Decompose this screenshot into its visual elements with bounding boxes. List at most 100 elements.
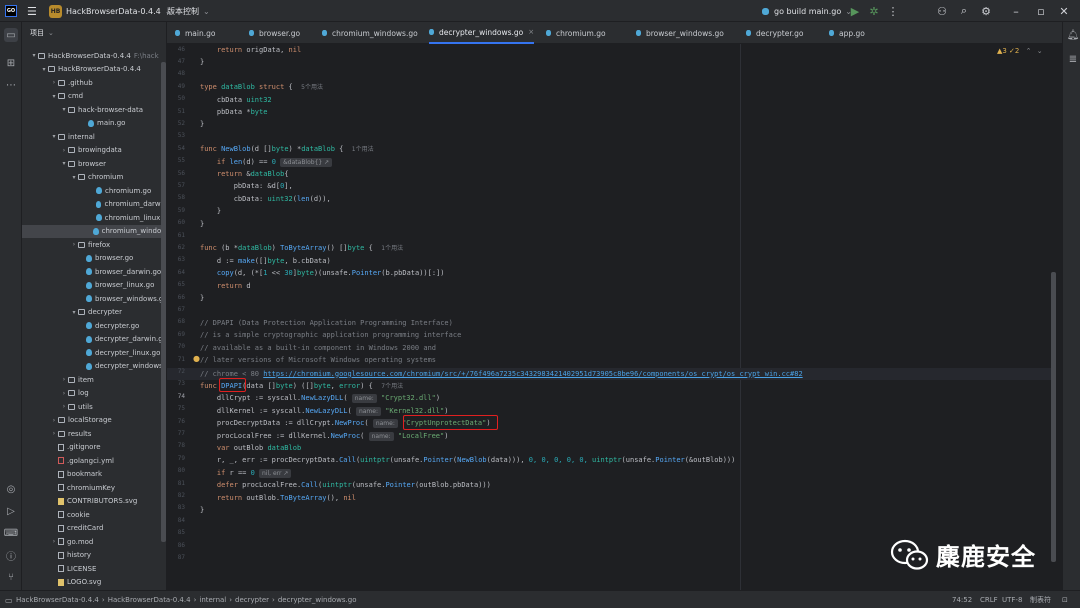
tree-folder[interactable]: › .github <box>22 76 166 90</box>
main-menu-icon[interactable]: ☰ <box>27 0 37 22</box>
inspection-widget[interactable]: ▲3 ✓2 ⌃ ⌄ <box>997 47 1043 55</box>
tree-file[interactable]: decrypter.go <box>22 319 166 333</box>
notifications-bell-icon[interactable]: 🔔︎ <box>1066 28 1080 42</box>
expand-arrow-icon[interactable]: ▾ <box>70 309 78 316</box>
tree-folder[interactable]: › item <box>22 373 166 387</box>
tree-file[interactable]: browser.go <box>22 252 166 266</box>
editor-scrollbar[interactable] <box>1051 272 1056 562</box>
editor-tab[interactable]: decrypter_windows.go × <box>429 22 535 44</box>
tree-file[interactable]: decrypter_darwin.go <box>22 333 166 347</box>
tree-file[interactable]: browser_linux.go <box>22 279 166 293</box>
vcs-menu[interactable]: 版本控制 ⌄ <box>167 0 210 22</box>
folded-code[interactable]: &dataBlob{} ↗ <box>280 157 333 167</box>
tree-file[interactable]: chromium_darwin <box>22 198 166 212</box>
editor-tab[interactable]: chromium_windows.go <box>322 22 418 44</box>
expand-arrow-icon[interactable]: ▾ <box>50 133 58 140</box>
project-panel-header[interactable]: 项目 ⌄ <box>22 22 166 44</box>
breadcrumb-item[interactable]: HackBrowserData-0.4.4 <box>16 596 99 604</box>
breadcrumb-item[interactable]: decrypter_windows.go <box>278 596 357 604</box>
caret-position[interactable]: 74:52 <box>952 591 972 608</box>
editor-tab[interactable]: app.go <box>829 22 865 44</box>
usage-hint[interactable]: 1个用法 <box>352 146 374 153</box>
tree-folder[interactable]: ▾ decrypter <box>22 306 166 320</box>
expand-arrow-icon[interactable]: ▾ <box>60 160 68 167</box>
tree-file[interactable]: decrypter_linux.go <box>22 346 166 360</box>
services-icon[interactable]: ◎ <box>4 482 18 496</box>
tree-file[interactable]: decrypter_windows. <box>22 360 166 374</box>
maximize-icon[interactable]: ▫ <box>1035 5 1047 18</box>
breadcrumb-item[interactable]: internal <box>199 596 226 604</box>
run-config-selector[interactable]: go build main.go ⌄ <box>762 0 852 22</box>
expand-arrow-icon[interactable]: › <box>60 376 68 383</box>
expand-arrow-icon[interactable]: › <box>50 538 58 545</box>
expand-arrow-icon[interactable]: › <box>60 147 68 154</box>
expand-arrow-icon[interactable]: › <box>60 403 68 410</box>
usage-hint[interactable]: 5个用法 <box>301 84 323 91</box>
tree-file[interactable]: browser_darwin.go <box>22 265 166 279</box>
tree-file[interactable]: chromium.go <box>22 184 166 198</box>
structure-icon[interactable]: ⊞ <box>4 56 18 70</box>
tree-folder[interactable]: ▾ cmd <box>22 90 166 104</box>
more-tools-icon[interactable]: ⋯ <box>4 78 18 92</box>
close-tab-icon[interactable]: × <box>528 28 534 36</box>
expand-arrow-icon[interactable]: ▾ <box>40 66 48 73</box>
search-icon[interactable]: ⌕ <box>958 4 970 17</box>
tree-folder[interactable]: › localStorage <box>22 414 166 428</box>
tree-file[interactable]: chromium_window <box>22 224 166 238</box>
tree-folder[interactable]: › log <box>22 387 166 401</box>
editor-tab[interactable]: chromium.go <box>546 22 606 44</box>
usage-hint[interactable]: 1个用法 <box>381 245 403 252</box>
run-tool-icon[interactable]: ▷ <box>4 504 18 518</box>
tree-folder[interactable]: ▾ HackBrowserData-0.4.4 F:\hack <box>22 49 166 63</box>
database-icon[interactable]: ≣ <box>1066 52 1080 66</box>
expand-arrow-icon[interactable]: › <box>70 241 78 248</box>
project-switcher[interactable]: HB HackBrowserData-0.4.4 ⌄ <box>49 0 171 22</box>
lightbulb-icon[interactable]: ● <box>193 354 200 363</box>
expand-arrow-icon[interactable]: › <box>50 417 58 424</box>
folded-code[interactable]: nil, err ↗ <box>259 468 292 478</box>
tree-file[interactable]: history <box>22 549 166 563</box>
tree-folder[interactable]: ▾ HackBrowserData-0.4.4 <box>22 63 166 77</box>
debug-icon[interactable]: ✲ <box>868 5 880 18</box>
expand-arrow-icon[interactable]: ▾ <box>70 174 78 181</box>
tree-file[interactable]: chromium_linux.g <box>22 211 166 225</box>
tree-file[interactable]: creditCard <box>22 522 166 536</box>
tree-file[interactable]: .gitignore <box>22 441 166 455</box>
usage-hint[interactable]: 7个用法 <box>381 383 403 390</box>
tree-file[interactable]: chromiumKey <box>22 481 166 495</box>
chromium-source-link[interactable]: https://chromium.googlesource.com/chromi… <box>263 370 802 378</box>
tree-folder[interactable]: › firefox <box>22 238 166 252</box>
tree-file[interactable]: LICENSE <box>22 562 166 576</box>
project-scrollbar[interactable] <box>161 62 166 542</box>
tree-file[interactable]: main.go <box>22 117 166 131</box>
expand-arrow-icon[interactable]: › <box>50 430 58 437</box>
lock-icon[interactable]: ⊡ <box>1062 591 1068 608</box>
tree-folder[interactable]: › browingdata <box>22 144 166 158</box>
tree-file[interactable]: cookie <box>22 508 166 522</box>
git-icon[interactable]: ⑂ <box>4 570 18 584</box>
problems-icon[interactable]: ⓘ <box>4 548 18 563</box>
indent-setting[interactable]: 制表符 <box>1030 591 1051 608</box>
expand-arrow-icon[interactable]: ▾ <box>50 93 58 100</box>
tree-file[interactable]: LOGO.svg <box>22 576 166 590</box>
tree-folder[interactable]: ▾ hack-browser-data <box>22 103 166 117</box>
line-ending[interactable]: CRLF <box>980 591 998 608</box>
expand-arrow-icon[interactable]: › <box>50 79 58 86</box>
more-actions-icon[interactable]: ⋮ <box>887 5 899 18</box>
close-icon[interactable]: ✕ <box>1058 5 1070 18</box>
expand-arrow-icon[interactable]: › <box>60 390 68 397</box>
run-icon[interactable]: ▶ <box>849 5 861 18</box>
expand-arrow-icon[interactable]: ▾ <box>60 106 68 113</box>
breadcrumb-item[interactable]: decrypter <box>235 596 269 604</box>
tree-folder[interactable]: ▾ internal <box>22 130 166 144</box>
minimize-icon[interactable]: – <box>1010 5 1022 18</box>
editor-tab[interactable]: main.go <box>175 22 215 44</box>
tree-file[interactable]: browser_windows.g <box>22 292 166 306</box>
tree-folder[interactable]: ▾ chromium <box>22 171 166 185</box>
editor-tab[interactable]: browser_windows.go <box>636 22 724 44</box>
add-user-icon[interactable]: ⚇ <box>936 5 948 18</box>
expand-arrow-icon[interactable]: ▾ <box>30 52 38 59</box>
tree-file[interactable]: bookmark <box>22 468 166 482</box>
breadcrumb-item[interactable]: HackBrowserData-0.4.4 <box>108 596 191 604</box>
ide-logo-icon[interactable]: GO <box>5 0 17 22</box>
